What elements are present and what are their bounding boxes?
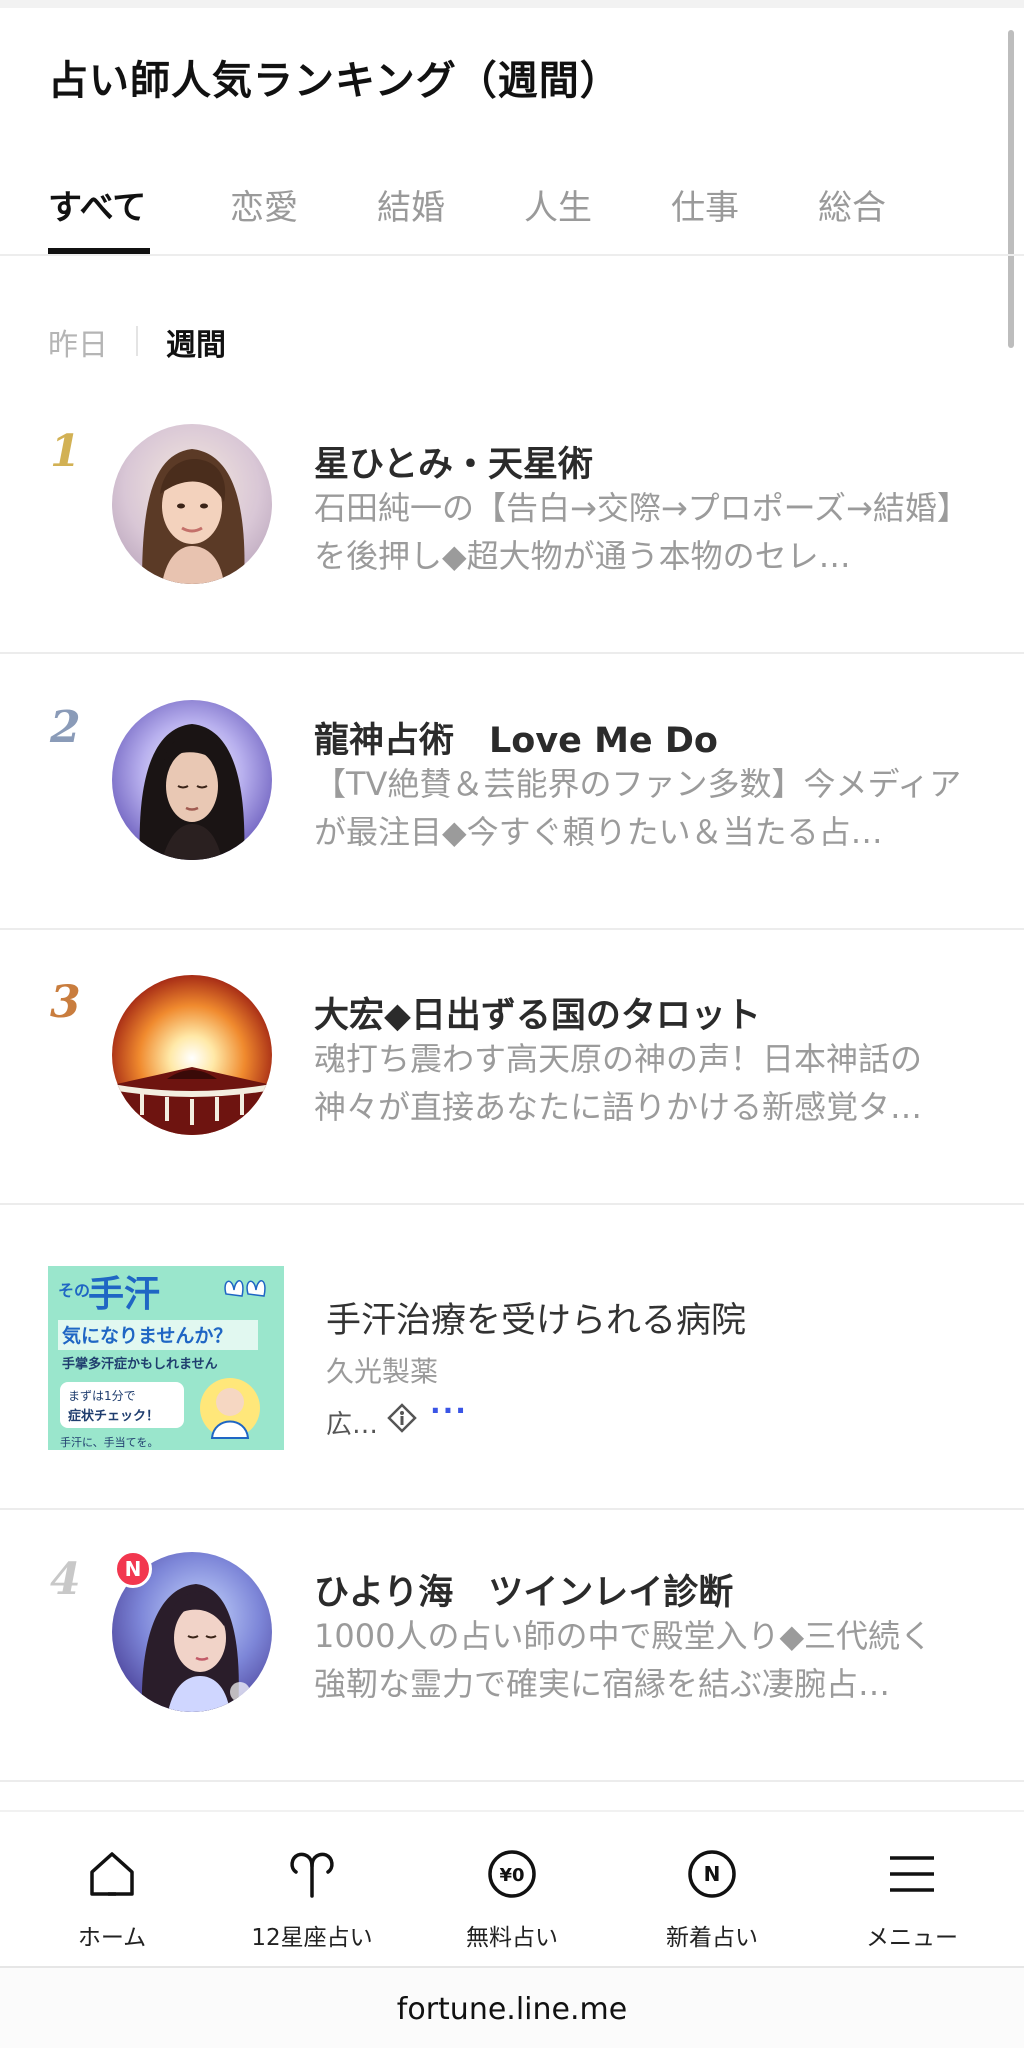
fortune-teller-description: 魂打ち震わす高天原の神の声！日本神話の神々が直接あなたに語りかける新感覚タ… (314, 1040, 923, 1126)
ad-more-menu[interactable]: ··· (430, 1394, 468, 1427)
avatar (112, 700, 272, 860)
ad-headline: 手汗治療を受けられる病院 (326, 1301, 747, 1341)
avatar (112, 424, 272, 584)
nav-menu[interactable]: メニュー (812, 1812, 1012, 1970)
period-yesterday[interactable]: 昨日 (48, 320, 108, 364)
ad-image: その 手汗 気になりませんか？ 手掌多汗症かもしれません まずは1分で 症状チェ… (48, 1266, 284, 1450)
nav-horoscope[interactable]: 12星座占い (212, 1812, 412, 1970)
ad-image-text-line3: 手掌多汗症かもしれません (62, 1356, 218, 1372)
ad-image-text-footer: 手汗に、手当てを。 (60, 1435, 158, 1449)
free-yen-icon: ¥0 (486, 1848, 538, 1900)
new-badge: N (114, 1550, 152, 1588)
ad-image-text-sono: その (58, 1281, 90, 1300)
nav-new-fortune[interactable]: N 新着占い (612, 1812, 812, 1970)
page-title: 占い師人気ランキング（週間） (48, 58, 621, 104)
fortune-teller-description: 1000人の占い師の中で殿堂入り◆三代続く強靭な霊力で確実に宿縁を結ぶ凄腕占… (314, 1617, 933, 1703)
home-icon (86, 1848, 138, 1900)
fortune-teller-name: 星ひとみ・天星術 (314, 445, 593, 485)
tab-love[interactable]: 恋愛 (230, 180, 298, 229)
rank-number: 4 (50, 1554, 81, 1605)
ad-sponsor: 久光製薬 (326, 1355, 439, 1388)
new-n-icon: N (686, 1848, 738, 1900)
tab-marriage[interactable]: 結婚 (377, 180, 445, 229)
url-text: fortune.line.me (396, 1992, 628, 2027)
active-tab-indicator (48, 248, 150, 254)
bottom-navigation: ホーム 12星座占い ¥0 無料占い N 新着占い メニュー (0, 1810, 1024, 1968)
period-weekly[interactable]: 週間 (166, 320, 226, 364)
ad-label: 広… (326, 1410, 379, 1440)
free-yen-icon-text: ¥0 (499, 1865, 524, 1886)
aries-icon (286, 1848, 338, 1900)
nav-label: 新着占い (666, 1925, 758, 1951)
rank-number: 1 (50, 426, 81, 477)
rank-number: 3 (50, 977, 81, 1028)
fortune-teller-name: 大宏◆日出ずる国のタロット (314, 996, 761, 1036)
ad-image-text-line4b: 症状チェック！ (68, 1408, 159, 1424)
nav-home[interactable]: ホーム (12, 1812, 212, 1970)
nav-label: メニュー (866, 1925, 958, 1951)
nav-label: 無料占い (466, 1925, 558, 1951)
hamburger-menu-icon (886, 1848, 938, 1900)
ranking-item[interactable]: 1 星ひとみ・天星術 石田純一の【告白→交際→プロポーズ→結婚】を後押し◆超大物… (0, 384, 1024, 654)
browser-address-bar[interactable]: fortune.line.me (0, 1968, 1024, 2048)
status-shade (0, 0, 1024, 8)
ranking-item[interactable]: 4 N ひより海 ツインレイ診断 1000人の占い師の中で殿堂入り◆三代続く強靭… (0, 1512, 1024, 1782)
ad-image-text-line2: 気になりませんか？ (62, 1324, 232, 1347)
tab-general[interactable]: 総合 (818, 180, 886, 229)
nav-label: ホーム (77, 1925, 147, 1951)
fortune-teller-description: 石田純一の【告白→交際→プロポーズ→結婚】を後押し◆超大物が通う本物のセレ… (314, 489, 953, 575)
new-n-icon-text: N (704, 1862, 721, 1886)
fortune-teller-name: 龍神占術 Love Me Do (314, 721, 718, 761)
ad-banner[interactable]: その 手汗 気になりませんか？ 手掌多汗症かもしれません まずは1分で 症状チェ… (0, 1210, 1024, 1510)
period-divider (136, 326, 138, 356)
tab-life[interactable]: 人生 (524, 180, 592, 229)
avatar (112, 975, 272, 1135)
category-tabs: すべて 恋愛 結婚 人生 仕事 総合 (0, 160, 1024, 256)
rank-number: 2 (50, 702, 81, 753)
ranking-item[interactable]: 3 大宏◆日出ずる国のタロット 魂打ち震わす高天原の神の声！日本神話の神々が直接… (0, 935, 1024, 1205)
tab-all[interactable]: すべて (48, 180, 146, 229)
fortune-teller-description: 【TV絶賛＆芸能界のファン多数】今メディアが最注目◆今すぐ頼りたい＆当たる占… (314, 765, 962, 851)
nav-label: 12星座占い (251, 1925, 373, 1951)
ad-image-text-tease: 手汗 (88, 1274, 160, 1315)
fortune-teller-name: ひより海 ツインレイ診断 (314, 1573, 734, 1613)
ad-image-text-line4a: まずは1分で (68, 1389, 136, 1403)
ad-info-icon[interactable] (386, 1402, 418, 1434)
tab-work[interactable]: 仕事 (671, 180, 739, 229)
nav-free-fortune[interactable]: ¥0 無料占い (412, 1812, 612, 1970)
ranking-item[interactable]: 2 龍神占術 Love Me Do 【TV絶賛＆芸能界のファン多数】今メディアが… (0, 660, 1024, 930)
